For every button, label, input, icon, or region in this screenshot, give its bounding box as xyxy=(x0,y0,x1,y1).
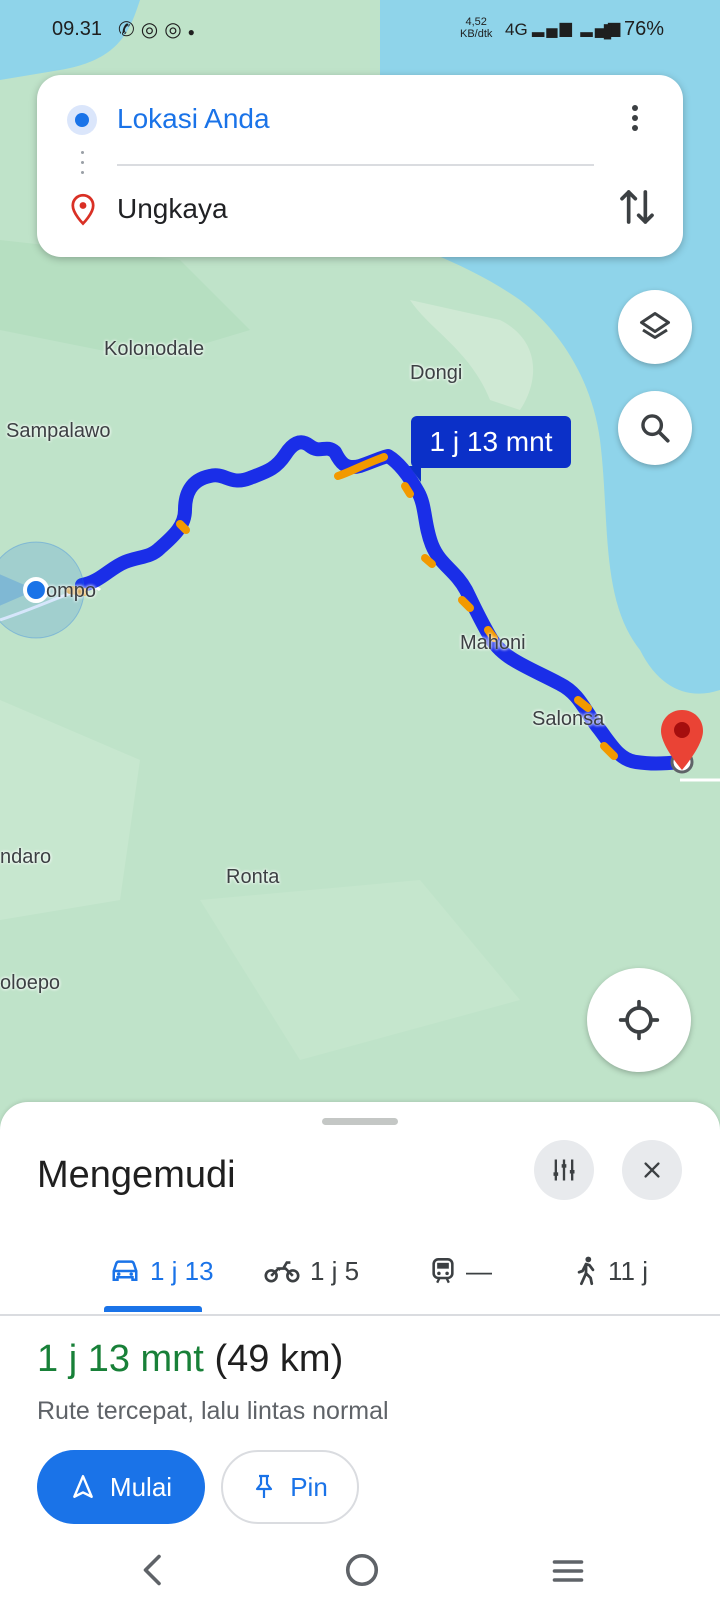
tab-motorcycle[interactable]: 1 j 5 xyxy=(264,1230,359,1312)
map-label-mahoni: Mahoni xyxy=(460,632,526,654)
pushpin-icon xyxy=(256,1474,273,1498)
network-speed: 4,52 KB/dtk xyxy=(460,16,492,40)
directions-card: Lokasi Anda Ungkaya xyxy=(37,75,683,257)
active-tab-indicator xyxy=(104,1306,202,1312)
car-icon xyxy=(112,1260,138,1281)
drag-handle[interactable] xyxy=(322,1118,398,1125)
crosshair-icon xyxy=(618,999,660,1041)
layers-button[interactable] xyxy=(618,290,692,364)
sheet-title: Mengemudi xyxy=(37,1154,236,1196)
field-divider xyxy=(117,164,594,166)
travel-mode-tabs: 1 j 13 1 j 5 — 11 j xyxy=(0,1230,720,1316)
search-icon xyxy=(641,414,670,443)
navigation-arrow-icon xyxy=(73,1474,93,1498)
layers-icon xyxy=(640,312,670,339)
motorcycle-icon xyxy=(264,1261,300,1283)
map-label-bompo: ompo xyxy=(46,580,97,602)
chrome-icon: ◎ xyxy=(164,19,188,41)
more-options-button[interactable] xyxy=(623,101,647,137)
tab-transit-label: — xyxy=(466,1255,492,1286)
pin-button[interactable]: Pin xyxy=(221,1450,359,1524)
recents-icon[interactable] xyxy=(550,1556,586,1586)
more-vert-icon xyxy=(632,105,638,111)
route-distance: (49 km) xyxy=(214,1338,344,1380)
train-icon xyxy=(432,1258,454,1284)
battery-percent: 76% xyxy=(624,18,665,40)
walk-icon xyxy=(577,1256,595,1286)
search-along-route-button[interactable] xyxy=(618,391,692,465)
route-options-button[interactable] xyxy=(534,1140,594,1200)
tab-driving-label: 1 j 13 xyxy=(150,1255,214,1286)
close-icon xyxy=(644,1162,660,1178)
tab-walking-label: 11 j xyxy=(608,1255,648,1286)
tab-transit[interactable]: — xyxy=(430,1230,492,1312)
current-location-dot xyxy=(23,577,49,603)
notification-icons: ✆◎◎● xyxy=(118,17,201,42)
map-label-kolonodale: Kolonodale xyxy=(104,338,205,360)
origin-dot-icon xyxy=(67,105,97,135)
tab-motorcycle-label: 1 j 5 xyxy=(310,1255,360,1286)
destination-pin-icon[interactable] xyxy=(658,708,706,772)
more-notifications-icon: ● xyxy=(187,25,201,39)
origin-field[interactable]: Lokasi Anda xyxy=(117,103,270,135)
back-icon[interactable] xyxy=(138,1552,168,1588)
network-type: 4G xyxy=(505,20,528,39)
map-label-ndaro: ndaro xyxy=(0,846,52,868)
route-summary: Rute tercepat, lalu lintas normal xyxy=(37,1397,389,1425)
map-label-oloepo: oloepo xyxy=(0,972,61,994)
recenter-button[interactable] xyxy=(587,968,691,1072)
tab-driving[interactable]: 1 j 13 xyxy=(110,1230,214,1312)
home-icon[interactable] xyxy=(344,1552,380,1588)
network-speed-unit: KB/dtk xyxy=(460,28,493,40)
eta-bubble[interactable]: 1 j 13 mnt xyxy=(409,416,571,482)
map-label-salonsa: Salonsa xyxy=(532,708,605,730)
status-bar: 09.31 ✆◎◎● 4,52 KB/dtk 4G ▂▄▆ ▂▄▆ ▮ 76% xyxy=(0,0,720,62)
close-button[interactable] xyxy=(622,1140,682,1200)
start-button-label: Mulai xyxy=(109,1471,173,1502)
map-label-dongi: Dongi xyxy=(410,362,463,384)
tune-icon xyxy=(553,1159,575,1181)
map-label-ronta: Ronta xyxy=(226,866,280,888)
chrome-icon: ◎ xyxy=(140,19,165,41)
battery-icon: ▮ xyxy=(602,20,614,42)
route-duration-row: 1 j 13 mnt (49 km) xyxy=(37,1338,343,1381)
route-dots-icon xyxy=(81,151,85,181)
route-duration: 1 j 13 mnt xyxy=(37,1338,204,1380)
destination-pin-icon xyxy=(71,193,95,226)
destination-field[interactable]: Ungkaya xyxy=(117,193,228,225)
network-speed-value: 4,52 xyxy=(465,16,487,28)
system-nav-bar xyxy=(0,1532,720,1612)
pin-button-label: Pin xyxy=(290,1471,328,1502)
tab-walking[interactable]: 11 j xyxy=(574,1230,648,1312)
swap-button[interactable] xyxy=(617,185,657,229)
status-time: 09.31 xyxy=(52,18,103,40)
map-label-sampalawo: Sampalawo xyxy=(6,420,111,442)
start-button[interactable]: Mulai xyxy=(37,1450,205,1524)
whatsapp-icon: ✆ xyxy=(118,19,141,41)
